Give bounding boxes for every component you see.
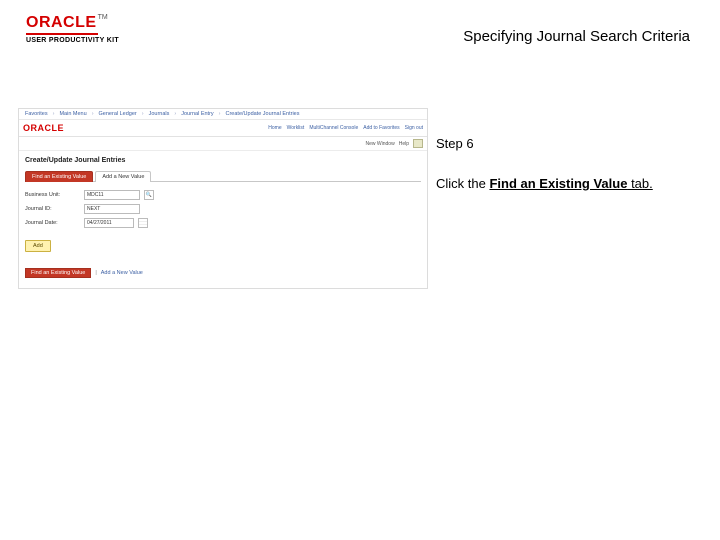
- breadcrumb-item[interactable]: Main Menu: [59, 111, 86, 117]
- breadcrumb-item[interactable]: Journals: [149, 111, 170, 117]
- form-row-business-unit: Business Unit: MDC11 🔍: [25, 190, 421, 200]
- chevron-right-icon: ›: [219, 111, 221, 117]
- app-brand-word: ORACLE: [23, 123, 64, 133]
- instruction-tab-name: Find an Existing Value: [489, 176, 627, 191]
- label-business-unit: Business Unit:: [25, 192, 80, 198]
- label-journal-date: Journal Date:: [25, 220, 80, 226]
- lookup-icon[interactable]: 🔍: [144, 190, 154, 200]
- app-header-links: Home Worklist MultiChannel Console Add t…: [268, 125, 423, 131]
- content-heading: Create/Update Journal Entries: [19, 151, 427, 166]
- breadcrumb-item[interactable]: Journal Entry: [181, 111, 213, 117]
- chevron-right-icon: ›: [92, 111, 94, 117]
- breadcrumb-item[interactable]: General Ledger: [99, 111, 137, 117]
- brand-block: ORACLETM USER PRODUCTIVITY KIT: [26, 14, 119, 44]
- header-link-signout[interactable]: Sign out: [405, 125, 423, 131]
- header-link-multichannel[interactable]: MultiChannel Console: [309, 125, 358, 131]
- page-title: Specifying Journal Search Criteria: [463, 28, 690, 45]
- breadcrumb: Favorites › Main Menu › General Ledger › Jo…: [19, 109, 427, 120]
- tab-add-new[interactable]: Add a New Value: [95, 171, 151, 182]
- brand-word: ORACLE: [26, 14, 97, 31]
- chevron-right-icon: ›: [142, 111, 144, 117]
- brand-tm: TM: [98, 14, 108, 21]
- step-label: Step 6: [436, 136, 474, 151]
- separator: |: [95, 270, 96, 276]
- tab-strip: Find an Existing Value Add a New Value: [19, 170, 427, 181]
- embedded-screenshot: Favorites › Main Menu › General Ledger › Jo…: [18, 108, 428, 289]
- chevron-right-icon: ›: [174, 111, 176, 117]
- step-instruction: Click the Find an Existing Value tab.: [436, 176, 696, 193]
- calendar-icon[interactable]: [138, 218, 148, 228]
- tab-find-existing[interactable]: Find an Existing Value: [25, 171, 93, 182]
- header-link-favorites[interactable]: Add to Favorites: [363, 125, 399, 131]
- help-link[interactable]: Help: [399, 141, 409, 147]
- breadcrumb-item[interactable]: Create/Update Journal Entries: [226, 111, 300, 117]
- chevron-right-icon: ›: [53, 111, 55, 117]
- add-form: Business Unit: MDC11 🔍 Journal ID: NEXT …: [19, 182, 427, 258]
- brand-sub: USER PRODUCTIVITY KIT: [26, 37, 119, 44]
- header-link-worklist[interactable]: Worklist: [287, 125, 305, 131]
- input-business-unit[interactable]: MDC11: [84, 190, 140, 200]
- instruction-pre: Click the: [436, 176, 489, 191]
- help-icon[interactable]: [413, 139, 423, 148]
- breadcrumb-item[interactable]: Favorites: [25, 111, 48, 117]
- input-journal-date[interactable]: 04/27/2011: [84, 218, 134, 228]
- new-window-link[interactable]: New Window: [366, 141, 395, 147]
- instruction-post: tab.: [627, 176, 652, 191]
- add-button[interactable]: Add: [25, 240, 51, 252]
- brand-rule: [26, 33, 98, 35]
- form-row-journal-date: Journal Date: 04/27/2011: [25, 218, 421, 228]
- bottom-link-add-new[interactable]: Add a New Value: [101, 270, 143, 276]
- app-header: ORACLE Home Worklist MultiChannel Consol…: [19, 120, 427, 137]
- bottom-link-find-existing[interactable]: Find an Existing Value: [25, 268, 91, 278]
- input-journal-id[interactable]: NEXT: [84, 204, 140, 214]
- brand-row: ORACLETM: [26, 14, 119, 32]
- label-journal-id: Journal ID:: [25, 206, 80, 212]
- header-link-home[interactable]: Home: [268, 125, 281, 131]
- form-row-journal-id: Journal ID: NEXT: [25, 204, 421, 214]
- bottom-tab-links: Find an Existing Value | Add a New Value: [19, 258, 427, 288]
- utility-bar: New Window Help: [19, 137, 427, 151]
